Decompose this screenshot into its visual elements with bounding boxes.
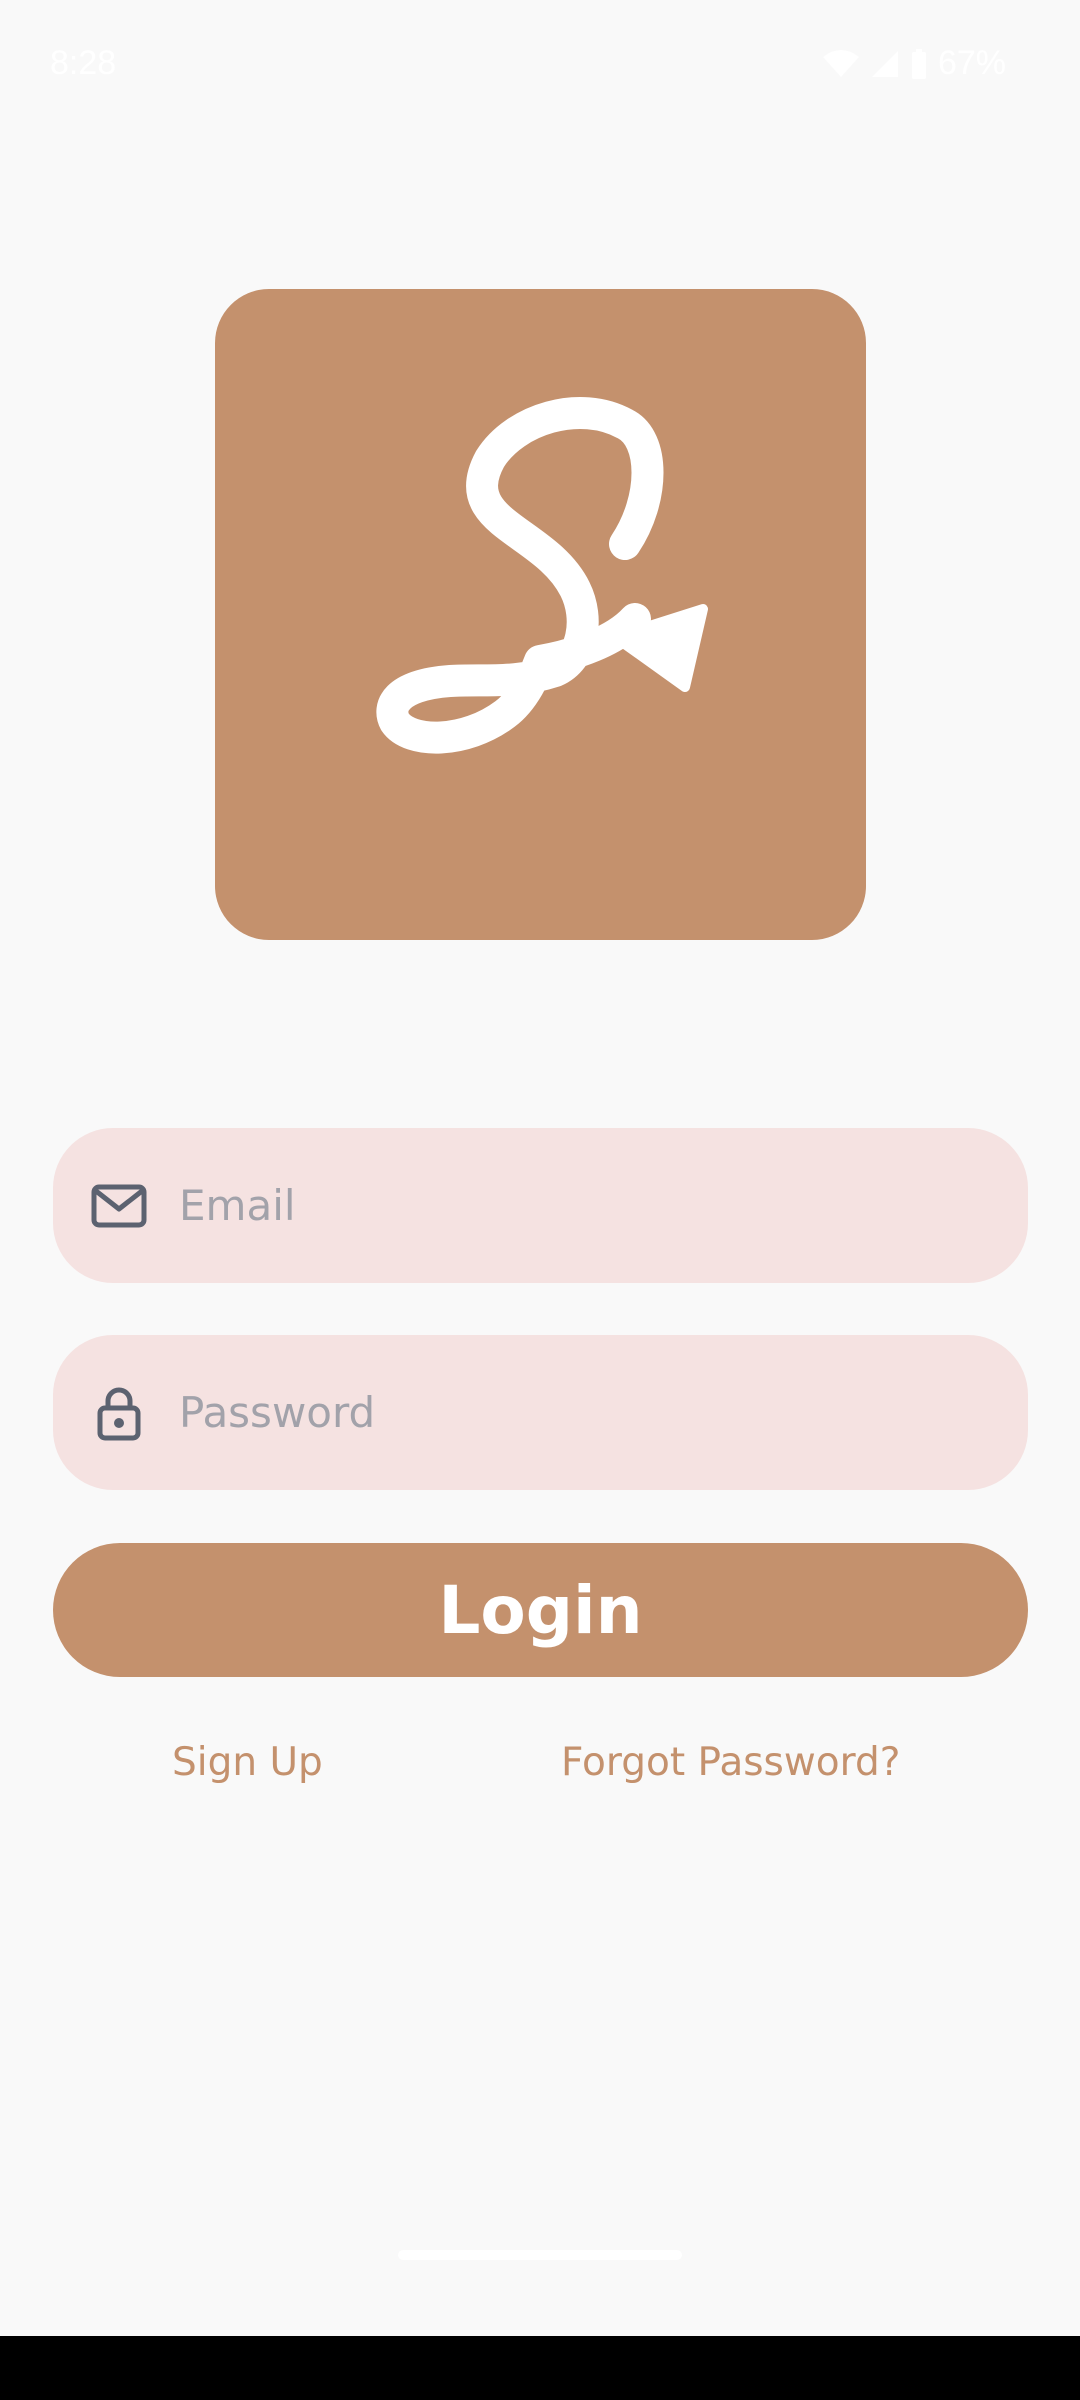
navigation-bar [0, 2336, 1080, 2400]
app-logo [215, 289, 866, 940]
email-input[interactable] [179, 1128, 988, 1283]
login-button[interactable]: Login [53, 1543, 1028, 1677]
signature-s-arrow-logo [376, 396, 708, 754]
email-field[interactable] [53, 1128, 1028, 1283]
password-field[interactable] [53, 1335, 1028, 1490]
signal-icon [870, 49, 900, 79]
sign-up-link[interactable]: Sign Up [172, 1740, 323, 1785]
home-gesture-handle[interactable] [398, 2250, 682, 2260]
mail-icon [87, 1174, 151, 1238]
battery-icon [910, 48, 928, 80]
status-icons: 67% [822, 44, 1006, 83]
status-bar: 8:28 67% [0, 0, 1080, 128]
forgot-password-link[interactable]: Forgot Password? [561, 1740, 900, 1785]
password-input[interactable] [179, 1335, 988, 1490]
status-time: 8:28 [50, 44, 117, 82]
lock-icon [87, 1381, 151, 1445]
battery-percent: 67% [937, 44, 1006, 82]
wifi-icon [822, 49, 860, 79]
